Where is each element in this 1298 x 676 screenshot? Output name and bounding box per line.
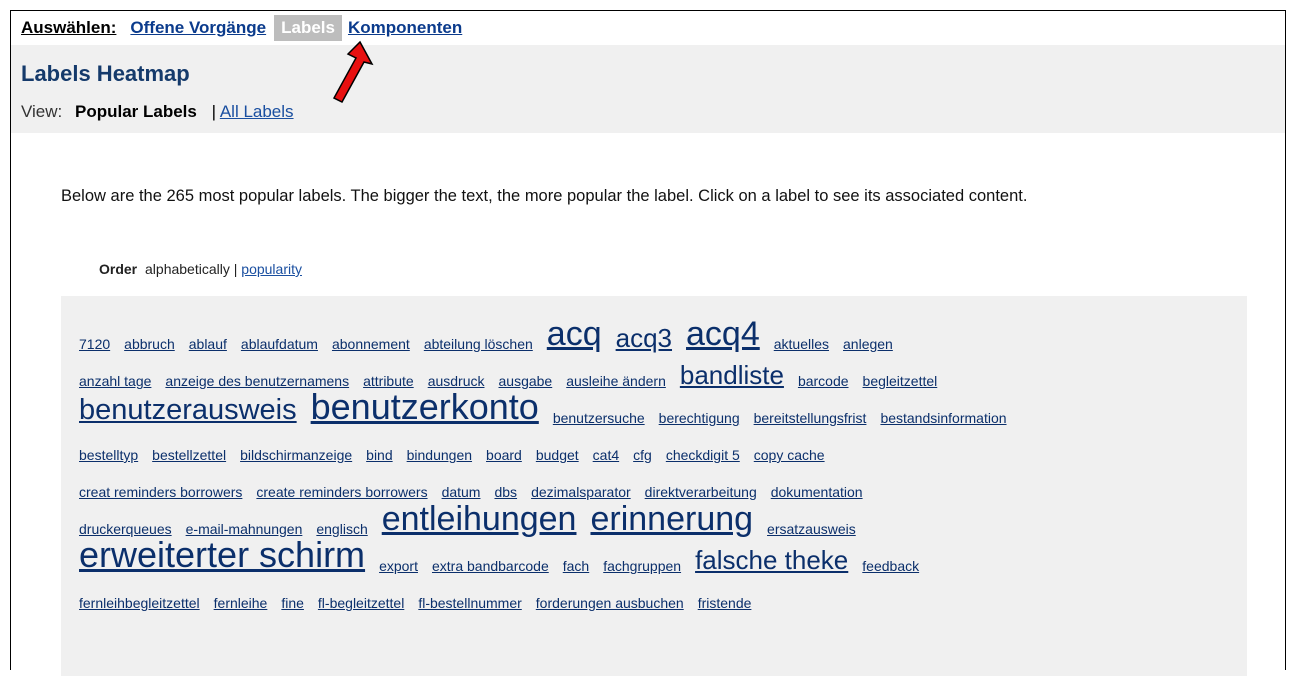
label-cloud-row: druckerqueues e-mail-mahnungen englisch ent…	[79, 499, 1239, 536]
order-switcher: Order alphabetically | popularity	[99, 261, 302, 277]
label-cloud-row: anzahl tage anzeige des benutzernamens att…	[79, 351, 1239, 388]
label-tag-link[interactable]: creat reminders borrowers	[79, 485, 242, 499]
page-header: Labels Heatmap View: Popular Labels | Al…	[11, 45, 1285, 133]
label-tag-link[interactable]: fernleihe	[214, 596, 268, 610]
label-tag-link[interactable]: fl-begleitzettel	[318, 596, 404, 610]
label-cloud-row: creat reminders borrowers create reminder…	[79, 462, 1239, 499]
label-tag-link[interactable]: berechtigung	[659, 411, 740, 425]
top-navigation: Auswählen: Offene Vorgänge Labels Kompon…	[11, 11, 1285, 45]
all-labels-link[interactable]: All Labels	[220, 102, 294, 121]
label-tag-link[interactable]: cfg	[633, 448, 652, 462]
label-tag-link[interactable]: bindungen	[407, 448, 472, 462]
label-tag-link[interactable]: erinnerung	[590, 502, 753, 536]
view-switcher: View: Popular Labels | All Labels	[21, 102, 294, 122]
label-cloud-row: fernleihbegleitzettel fernleihe fine fl-beg…	[79, 573, 1239, 610]
label-tag-link[interactable]: feedback	[862, 559, 919, 573]
label-cloud: 7120 abbruch ablauf ablaufdatum abonnement ab…	[61, 296, 1247, 676]
label-tag-link[interactable]: bestandsinformation	[880, 411, 1006, 425]
current-view: Popular Labels	[75, 102, 197, 121]
label-tag-link[interactable]: benutzerausweis	[79, 396, 297, 425]
label-tag-link[interactable]: bind	[366, 448, 392, 462]
label-tag-link[interactable]: falsche theke	[695, 547, 848, 573]
label-tag-link[interactable]: board	[486, 448, 522, 462]
label-tag-link[interactable]: dezimalsparator	[531, 485, 631, 499]
order-label: Order	[99, 261, 138, 277]
label-tag-link[interactable]: direktverarbeitung	[645, 485, 757, 499]
label-tag-link[interactable]: benutzersuche	[553, 411, 645, 425]
label-tag-link[interactable]: 7120	[79, 337, 110, 351]
red-arrow-icon	[332, 40, 374, 103]
label-tag-link[interactable]: acq3	[616, 325, 672, 351]
label-tag-link[interactable]: budget	[536, 448, 579, 462]
label-tag-link[interactable]: erweiterter schirm	[79, 537, 365, 573]
nav-labels-active[interactable]: Labels	[274, 15, 342, 41]
label-tag-link[interactable]: extra bandbarcode	[432, 559, 549, 573]
label-tag-link[interactable]: bereitstellungsfrist	[754, 411, 867, 425]
label-tag-link[interactable]: abonnement	[332, 337, 410, 351]
label-cloud-row: erweiterter schirm export extra bandbarcod…	[79, 536, 1239, 574]
nav-offene-vorgaenge[interactable]: Offene Vorgänge	[130, 18, 266, 38]
nav-komponenten[interactable]: Komponenten	[348, 18, 462, 38]
label-tag-link[interactable]: anlegen	[843, 337, 893, 351]
label-tag-link[interactable]: bestellzettel	[152, 448, 226, 462]
label-tag-link[interactable]: fl-bestellnummer	[418, 596, 521, 610]
label-tag-link[interactable]: bildschirmanzeige	[240, 448, 352, 462]
label-tag-link[interactable]: anzahl tage	[79, 374, 151, 388]
page-frame: Auswählen: Offene Vorgänge Labels Kompon…	[10, 10, 1286, 676]
label-tag-link[interactable]: fernleihbegleitzettel	[79, 596, 200, 610]
view-label: View:	[21, 102, 63, 121]
label-tag-link[interactable]: fachgruppen	[603, 559, 681, 573]
label-cloud-row: bestelltyp bestellzettel bildschirmanzeige…	[79, 425, 1239, 462]
label-cloud-inner: 7120 abbruch ablauf ablaufdatum abonnement ab…	[79, 314, 1239, 610]
label-tag-link[interactable]: cat4	[593, 448, 619, 462]
label-tag-link[interactable]: bestelltyp	[79, 448, 138, 462]
label-tag-link[interactable]: aktuelles	[774, 337, 829, 351]
label-tag-link[interactable]: barcode	[798, 374, 849, 388]
label-tag-link[interactable]: ersatzausweis	[767, 522, 856, 536]
label-tag-link[interactable]: abteilung löschen	[424, 337, 533, 351]
order-current: alphabetically |	[145, 261, 238, 277]
label-tag-link[interactable]: copy cache	[754, 448, 825, 462]
label-tag-link[interactable]: acq	[547, 317, 602, 351]
label-tag-link[interactable]: entleihungen	[382, 502, 577, 536]
view-separator: |	[211, 102, 217, 121]
label-tag-link[interactable]: fach	[563, 559, 589, 573]
page-title: Labels Heatmap	[21, 61, 190, 86]
label-tag-link[interactable]: fine	[281, 596, 304, 610]
label-tag-link[interactable]: export	[379, 559, 418, 573]
label-tag-link[interactable]: abbruch	[124, 337, 175, 351]
label-tag-link[interactable]: fristende	[698, 596, 752, 610]
label-tag-link[interactable]: begleitzettel	[863, 374, 938, 388]
label-tag-link[interactable]: ablauf	[189, 337, 227, 351]
label-cloud-row: benutzerausweis benutzerkonto benutzersuch…	[79, 388, 1239, 426]
label-tag-link[interactable]: datum	[442, 485, 481, 499]
label-tag-link[interactable]: acq4	[686, 317, 760, 351]
label-tag-link[interactable]: dokumentation	[771, 485, 863, 499]
order-popularity-link[interactable]: popularity	[241, 261, 302, 277]
label-tag-link[interactable]: dbs	[494, 485, 517, 499]
label-tag-link[interactable]: ablaufdatum	[241, 337, 318, 351]
label-tag-link[interactable]: benutzerkonto	[311, 389, 539, 425]
label-tag-link[interactable]: bandliste	[680, 362, 784, 388]
label-tag-link[interactable]: forderungen ausbuchen	[536, 596, 684, 610]
label-cloud-row: 7120 abbruch ablauf ablaufdatum abonnement ab…	[79, 314, 1239, 351]
label-tag-link[interactable]: ausleihe ändern	[566, 374, 666, 388]
intro-text: Below are the 265 most popular labels. T…	[61, 187, 1028, 205]
select-label: Auswählen:	[21, 18, 117, 37]
label-tag-link[interactable]: create reminders borrowers	[256, 485, 427, 499]
label-tag-link[interactable]: checkdigit 5	[666, 448, 740, 462]
